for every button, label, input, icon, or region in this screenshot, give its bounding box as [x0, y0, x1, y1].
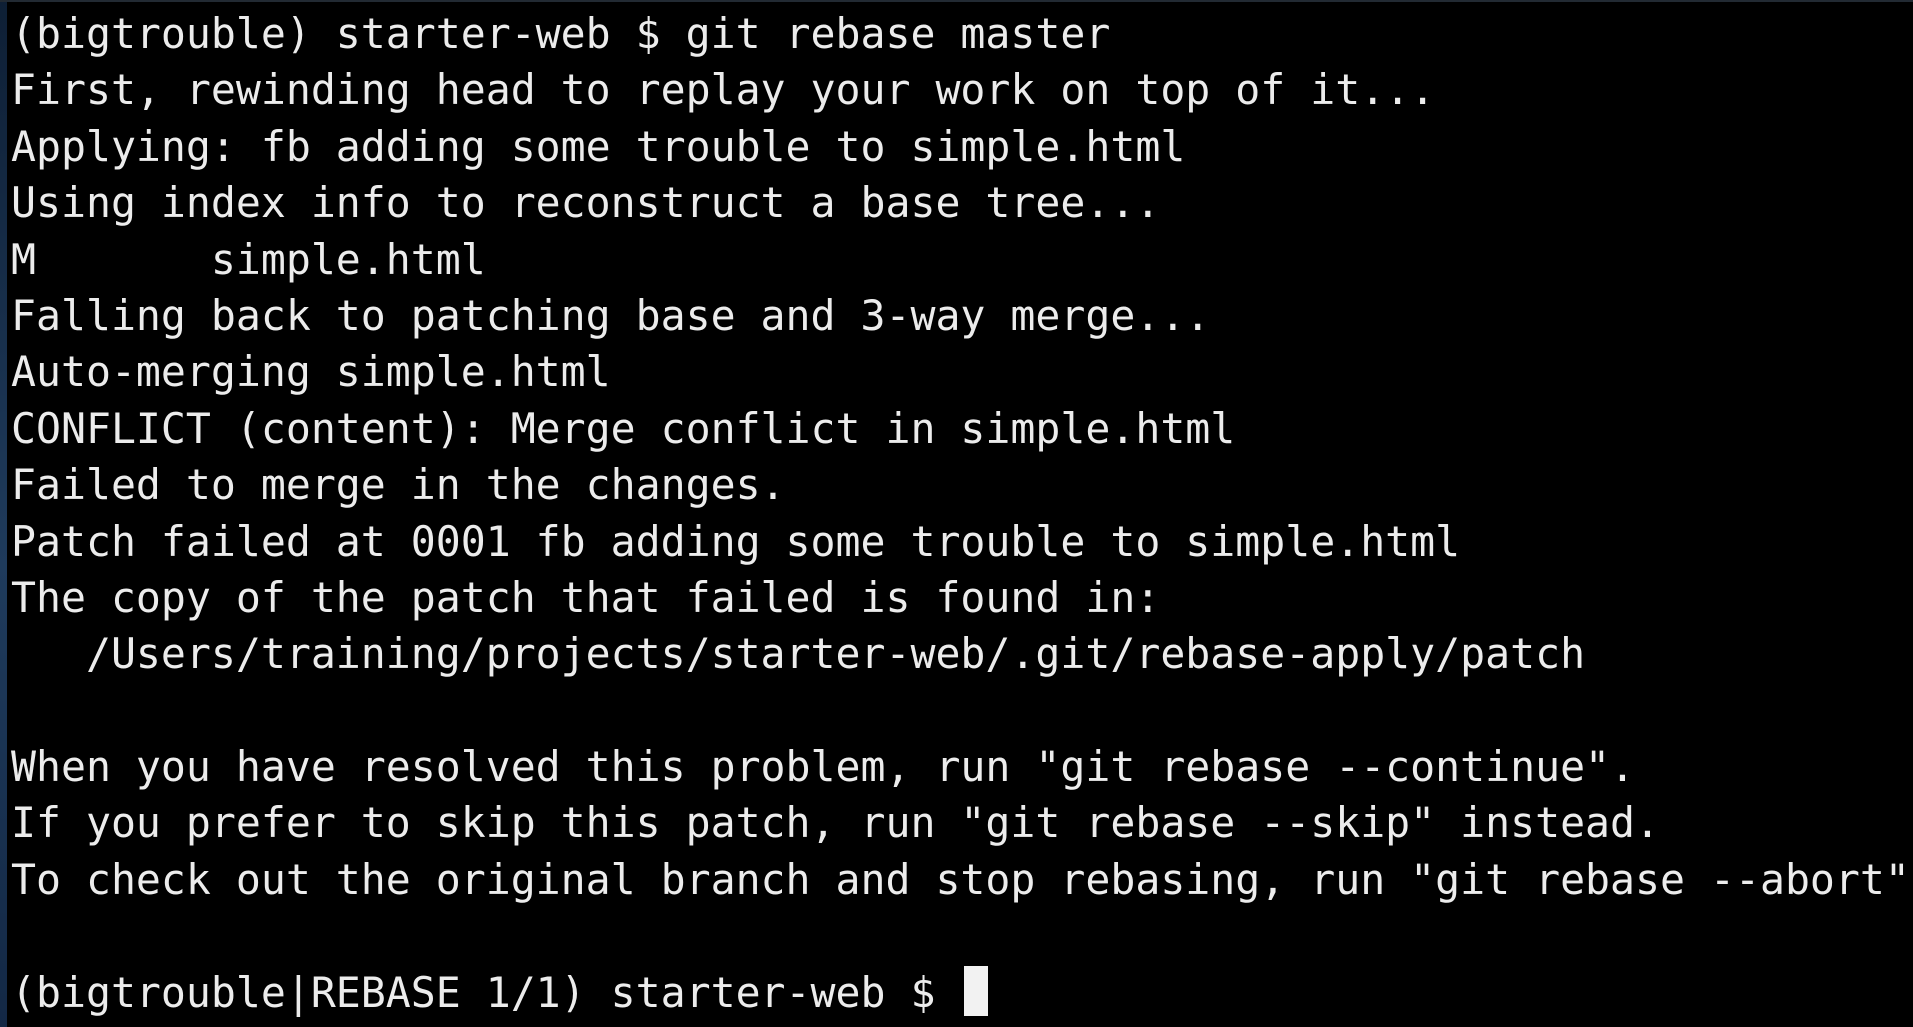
- prompt-line[interactable]: (bigtrouble|REBASE 1/1) starter-web $: [11, 965, 1913, 1021]
- output-line: Using index info to reconstruct a base t…: [11, 178, 1161, 228]
- hint-line: If you prefer to skip this patch, run "g…: [11, 798, 1661, 848]
- shell-prompt: (bigtrouble|REBASE 1/1) starter-web $: [11, 967, 961, 1017]
- hint-line: When you have resolved this problem, run…: [11, 742, 1636, 792]
- window-left-edge: [0, 0, 7, 1027]
- command-line: (bigtrouble) starter-web $ git rebase ma…: [11, 9, 1111, 58]
- output-line: Failed to merge in the changes.: [11, 460, 786, 510]
- output-line: M simple.html: [11, 234, 486, 284]
- output-line: Applying: fb adding some trouble to simp…: [11, 121, 1186, 171]
- output-line: First, rewinding head to replay your wor…: [11, 65, 1436, 115]
- window-top-edge: [0, 0, 1913, 2]
- cursor-block[interactable]: [964, 965, 989, 1016]
- hint-line: To check out the original branch and sto…: [11, 854, 1913, 904]
- output-line: Patch failed at 0001 fb adding some trou…: [11, 516, 1461, 566]
- output-line: Auto-merging simple.html: [11, 347, 611, 397]
- output-line: Falling back to patching base and 3-way …: [11, 290, 1211, 340]
- conflict-line: CONFLICT (content): Merge conflict in si…: [11, 403, 1236, 453]
- output-line: The copy of the patch that failed is fou…: [11, 572, 1161, 622]
- patch-path-line: /Users/training/projects/starter-web/.gi…: [11, 629, 1586, 679]
- terminal-window[interactable]: (bigtrouble) starter-web $ git rebase ma…: [0, 0, 1913, 1027]
